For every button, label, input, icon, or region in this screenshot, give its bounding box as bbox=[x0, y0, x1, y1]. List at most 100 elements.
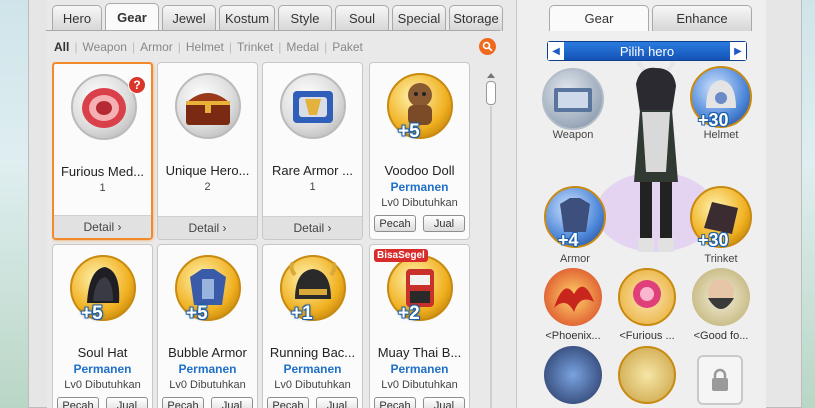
item-card[interactable]: +5 Voodoo Doll Permanen Lv0 Dibutuhkan P… bbox=[369, 62, 470, 240]
item-count: 1 bbox=[99, 182, 106, 194]
jual-button[interactable]: Jual bbox=[423, 397, 465, 408]
jual-button[interactable]: Jual bbox=[106, 397, 148, 408]
soul-slot[interactable] bbox=[618, 268, 676, 326]
tab-jewel[interactable]: Jewel bbox=[162, 5, 216, 31]
tab-kostum[interactable]: Kostum bbox=[219, 5, 275, 31]
tab-gear-equip[interactable]: Gear bbox=[549, 5, 649, 31]
helmet-slot-label: Helmet bbox=[703, 129, 739, 141]
item-name: Voodoo Doll bbox=[384, 163, 455, 178]
item-name: Soul Hat bbox=[77, 345, 128, 360]
item-card[interactable]: BisaSegel +2 Muay Thai B... Permanen Lv0… bbox=[369, 244, 470, 408]
item-name: Running Bac... bbox=[269, 345, 356, 360]
bearded-man-icon bbox=[708, 279, 734, 309]
pecah-button[interactable]: Pecah bbox=[374, 397, 416, 408]
item-card[interactable]: ? Furious Med... 1 Detail › bbox=[52, 62, 153, 240]
item-name: Unique Hero... bbox=[165, 163, 250, 178]
tab-enhance[interactable]: Enhance bbox=[652, 5, 752, 31]
scroll-thumb[interactable] bbox=[486, 81, 496, 105]
filter-medal[interactable]: Medal bbox=[285, 40, 320, 54]
filter-weapon[interactable]: Weapon bbox=[81, 40, 127, 54]
hero-selector-label: Pilih hero bbox=[619, 43, 675, 59]
tab-divider bbox=[46, 30, 500, 31]
tab-gear[interactable]: Gear bbox=[105, 3, 159, 31]
lock-icon bbox=[712, 368, 728, 391]
item-card[interactable]: Unique Hero... 2 Detail › bbox=[157, 62, 258, 240]
item-requirement: Lv0 Dibutuhkan bbox=[381, 197, 458, 209]
chevron-right-icon[interactable]: ▶ bbox=[729, 42, 746, 60]
item-duration: Permanen bbox=[73, 362, 132, 376]
soul-slot-label: <Phoenix... bbox=[545, 330, 601, 342]
search-button[interactable] bbox=[479, 38, 496, 55]
soul-slot[interactable] bbox=[692, 268, 750, 326]
trinket-slot-label: Trinket bbox=[704, 253, 738, 265]
soul-slot[interactable] bbox=[544, 268, 602, 326]
filter-paket[interactable]: Paket bbox=[331, 40, 364, 54]
book-icon bbox=[554, 88, 592, 112]
helmet-slot[interactable]: +30 bbox=[690, 66, 752, 130]
detail-button[interactable]: Detail › bbox=[54, 215, 151, 238]
item-name: Muay Thai B... bbox=[377, 345, 462, 360]
tab-special[interactable]: Special bbox=[392, 5, 446, 31]
detail-button[interactable]: Detail › bbox=[158, 216, 257, 239]
item-grid: ? Furious Med... 1 Detail › Unique Hero.… bbox=[52, 62, 472, 408]
weapon-slot[interactable] bbox=[542, 68, 604, 130]
enhance-level: +1 bbox=[291, 303, 313, 324]
medal-icon bbox=[82, 88, 126, 128]
trinket-slot[interactable]: +30 bbox=[690, 186, 752, 250]
enhance-level: +5 bbox=[81, 303, 103, 324]
armor-slot-label: Armor bbox=[560, 253, 590, 265]
tab-storage[interactable]: Storage bbox=[449, 5, 503, 31]
enhance-level: +5 bbox=[186, 303, 208, 324]
soul-slot[interactable] bbox=[544, 346, 602, 404]
filter-armor[interactable]: Armor bbox=[139, 40, 174, 54]
tab-hero[interactable]: Hero bbox=[52, 5, 102, 31]
search-icon bbox=[482, 41, 493, 52]
pecah-button[interactable]: Pecah bbox=[374, 215, 416, 232]
filter-bar: All | Weapon | Armor | Helmet | Trinket | Med… bbox=[53, 40, 364, 54]
armor-slot[interactable]: +4 bbox=[544, 186, 606, 250]
item-name: Bubble Armor bbox=[168, 345, 247, 360]
soul-slot-label: <Furious ... bbox=[619, 330, 675, 342]
filter-trinket[interactable]: Trinket bbox=[236, 40, 274, 54]
tab-style[interactable]: Style bbox=[278, 5, 332, 31]
pecah-button[interactable]: Pecah bbox=[267, 397, 309, 408]
item-duration: Permanen bbox=[178, 362, 237, 376]
filter-helmet[interactable]: Helmet bbox=[185, 40, 225, 54]
pecah-button[interactable]: Pecah bbox=[57, 397, 99, 408]
soul-slot-label: <Good fo... bbox=[693, 330, 749, 342]
scroll-track[interactable] bbox=[490, 106, 492, 408]
scroll-up-icon[interactable] bbox=[485, 70, 497, 80]
chevron-right-icon: › bbox=[222, 221, 227, 235]
phoenix-icon bbox=[554, 286, 594, 312]
pecah-button[interactable]: Pecah bbox=[162, 397, 204, 408]
chest-icon bbox=[186, 93, 230, 125]
jual-button[interactable]: Jual bbox=[423, 215, 465, 232]
chevron-right-icon: › bbox=[327, 221, 332, 235]
chevron-right-icon: › bbox=[117, 220, 122, 234]
item-requirement: Lv0 Dibutuhkan bbox=[381, 379, 458, 391]
weapon-slot-label: Weapon bbox=[552, 129, 594, 141]
enhance-level: +5 bbox=[398, 121, 420, 142]
item-card[interactable]: +1 Running Bac... Permanen Lv0 Dibutuhka… bbox=[262, 244, 363, 408]
armor-box-icon bbox=[293, 91, 333, 123]
scrollbar[interactable] bbox=[485, 70, 497, 408]
question-icon[interactable]: ? bbox=[128, 76, 146, 94]
item-duration: Permanen bbox=[390, 180, 449, 194]
item-duration: Permanen bbox=[390, 362, 449, 376]
chevron-left-icon[interactable]: ◀ bbox=[548, 42, 564, 60]
jual-button[interactable]: Jual bbox=[211, 397, 253, 408]
filter-all[interactable]: All bbox=[53, 40, 70, 54]
jual-button[interactable]: Jual bbox=[316, 397, 358, 408]
item-card[interactable]: Rare Armor ... 1 Detail › bbox=[262, 62, 363, 240]
item-requirement: Lv0 Dibutuhkan bbox=[274, 379, 351, 391]
detail-button[interactable]: Detail › bbox=[263, 216, 362, 239]
soul-slot[interactable] bbox=[618, 346, 676, 404]
item-card[interactable]: +5 Soul Hat Permanen Lv0 Dibutuhkan Peca… bbox=[52, 244, 153, 408]
item-card[interactable]: +5 Bubble Armor Permanen Lv0 Dibutuhkan … bbox=[157, 244, 258, 408]
item-count: 2 bbox=[204, 181, 211, 193]
item-name: Rare Armor ... bbox=[272, 163, 353, 178]
rare-gem-icon bbox=[633, 280, 661, 308]
tab-soul[interactable]: Soul bbox=[335, 5, 389, 31]
item-duration: Permanen bbox=[283, 362, 342, 376]
hero-selector[interactable]: ◀ Pilih hero ▶ bbox=[547, 41, 747, 61]
